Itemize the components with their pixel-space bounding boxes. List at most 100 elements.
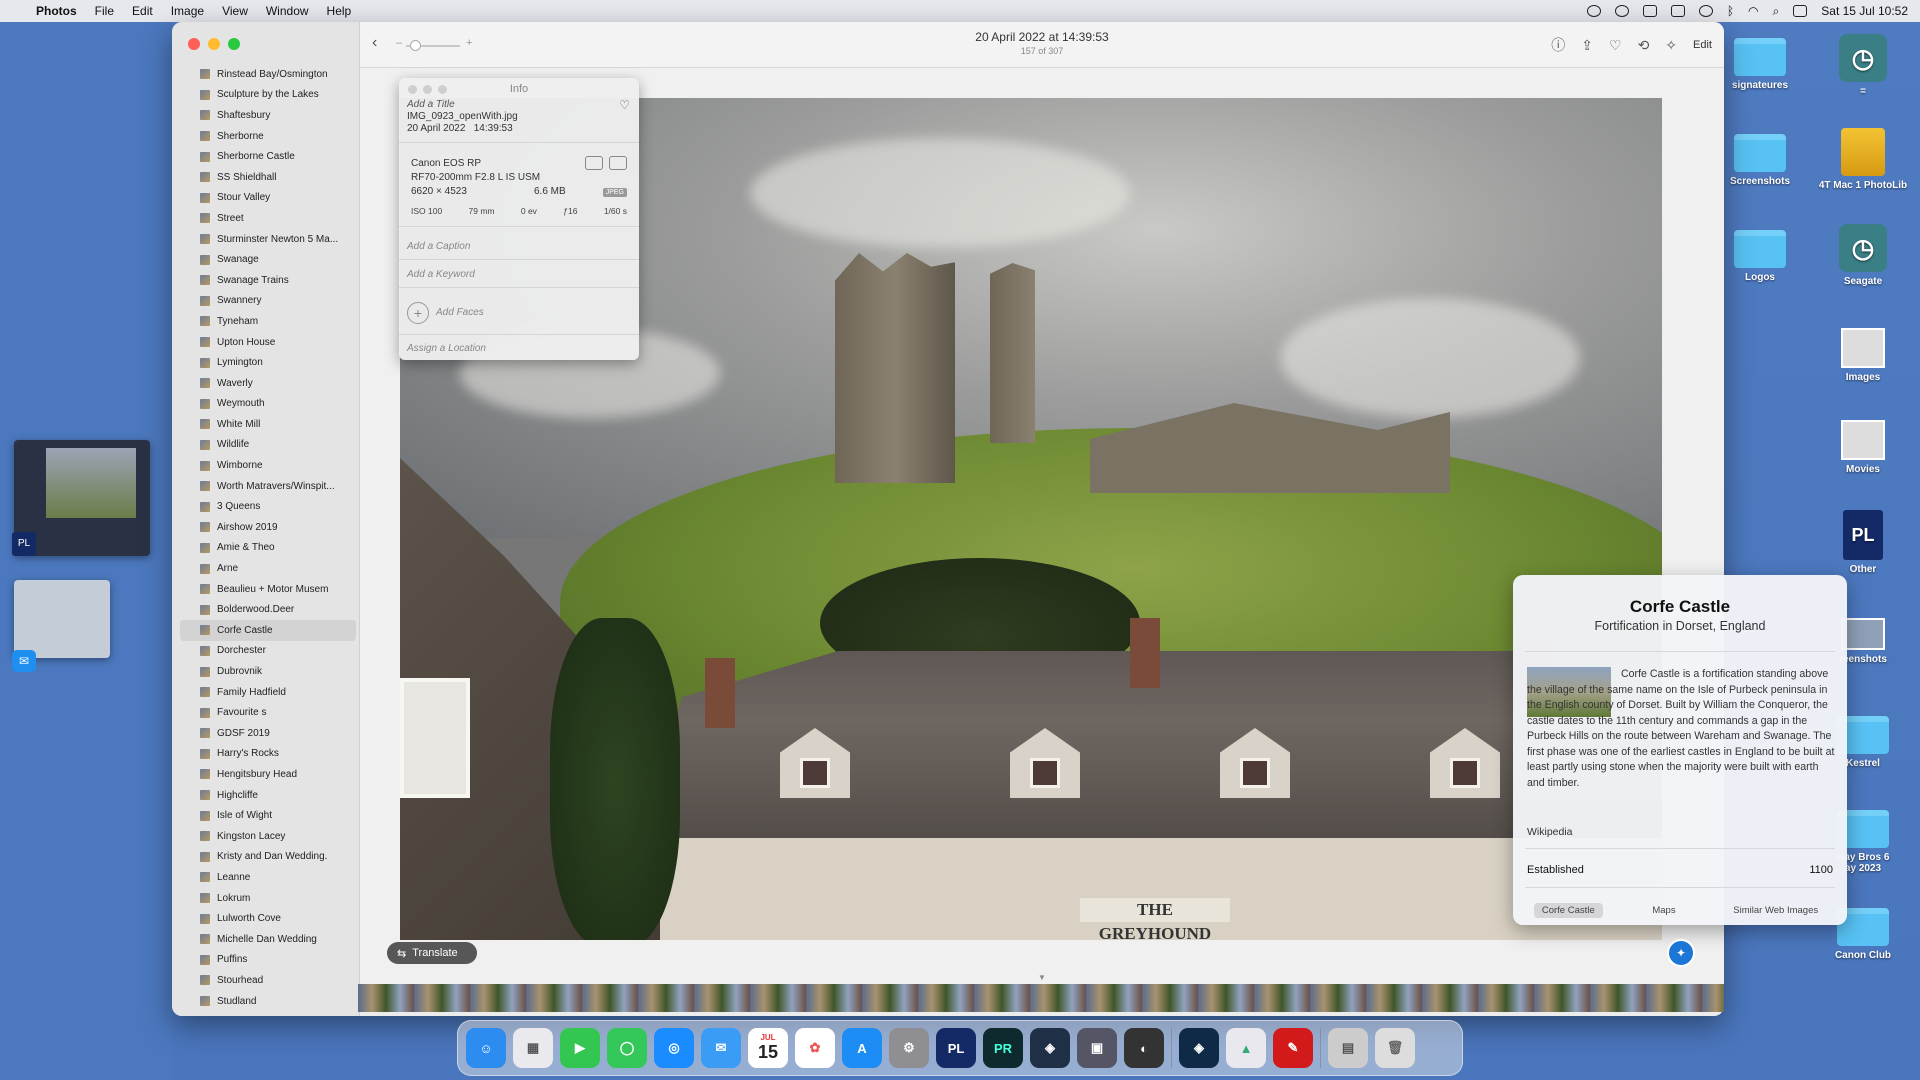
downloads-stack-icon[interactable]: ▤ xyxy=(1328,1028,1368,1068)
info-icon[interactable]: ⓘ xyxy=(1551,35,1565,55)
favorite-heart-icon[interactable]: ♡ xyxy=(1609,37,1622,54)
source-link[interactable]: Wikipedia xyxy=(1527,826,1573,838)
sidebar-album-item[interactable]: Kristy and Dan Wedding. xyxy=(180,847,356,868)
sidebar-album-item[interactable]: Bolderwood.Deer xyxy=(180,599,356,620)
sidebar-album-item[interactable]: Waverly xyxy=(180,373,356,394)
sidebar-album-item[interactable]: Shaftesbury xyxy=(180,105,356,126)
sidebar-album-item[interactable]: Lokrum xyxy=(180,888,356,909)
image-capture-icon[interactable]: ▣ xyxy=(1077,1028,1117,1068)
menu-edit[interactable]: Edit xyxy=(132,4,153,18)
preview-icon[interactable]: ◐ xyxy=(1124,1028,1164,1068)
sidebar-album-item[interactable]: Amie & Theo xyxy=(180,538,356,559)
rotate-icon[interactable]: ⟲ xyxy=(1638,37,1650,54)
sidebar-album-item[interactable]: Hengitsbury Head xyxy=(180,764,356,785)
menu-view[interactable]: View xyxy=(222,4,248,18)
photos-icon[interactable]: ✿ xyxy=(795,1028,835,1068)
sidebar-album-item[interactable]: Wimborne xyxy=(180,455,356,476)
sidebar-album-item[interactable]: Dorchester xyxy=(180,641,356,662)
menu-window[interactable]: Window xyxy=(266,4,309,18)
sidebar-album-item[interactable]: Rinstead Bay/Osmington xyxy=(180,64,356,85)
sidebar-album-item[interactable]: Dubrovnik xyxy=(180,661,356,682)
menu-app-name[interactable]: Photos xyxy=(36,4,77,18)
launchpad-icon[interactable]: ▦ xyxy=(513,1028,553,1068)
desktop-other[interactable]: PL Other xyxy=(1808,510,1918,575)
finder-icon[interactable]: ☺ xyxy=(466,1028,506,1068)
sidebar-album-item[interactable]: Puffins xyxy=(180,950,356,971)
bluetooth-icon[interactable]: ᛒ xyxy=(1727,4,1734,18)
visual-lookup-button[interactable]: ✦ xyxy=(1667,939,1695,967)
system-settings-icon[interactable]: ⚙ xyxy=(889,1028,929,1068)
sidebar-album-item[interactable]: Isle of Wight xyxy=(180,805,356,826)
desktop-file-movies[interactable]: Movies xyxy=(1808,420,1918,475)
close-button[interactable] xyxy=(188,38,200,50)
sidebar-album-item[interactable]: GDSF 2019 xyxy=(180,723,356,744)
sidebar-album-item[interactable]: SS Shieldhall xyxy=(180,167,356,188)
viewpoint-icon[interactable]: ◈ xyxy=(1179,1028,1219,1068)
share-icon[interactable]: ⇪ xyxy=(1581,37,1593,54)
time-machine-icon[interactable] xyxy=(1698,5,1713,17)
sidebar-album-item[interactable]: 3 Queens xyxy=(180,496,356,517)
app-store-icon[interactable]: A xyxy=(842,1028,882,1068)
location-field[interactable]: Assign a Location xyxy=(407,343,486,354)
tab-similar-images[interactable]: Similar Web Images xyxy=(1725,903,1826,918)
minimize-button[interactable] xyxy=(208,38,220,50)
sidebar-album-item[interactable]: Harry's Rocks xyxy=(180,744,356,765)
sidebar-album-item[interactable]: Family Hadfield xyxy=(180,682,356,703)
sidebar-album-item[interactable]: Swanage Trains xyxy=(180,270,356,291)
sidebar-album-item[interactable]: Highcliffe xyxy=(180,785,356,806)
status-icon[interactable] xyxy=(1586,5,1601,17)
safari-icon[interactable]: ◎ xyxy=(654,1028,694,1068)
filmstrip[interactable] xyxy=(358,984,1724,1012)
sidebar-album-item[interactable]: Kingston Lacey xyxy=(180,826,356,847)
tab-maps[interactable]: Maps xyxy=(1644,903,1683,918)
sidebar-album-item[interactable]: Arne xyxy=(180,558,356,579)
add-faces-label[interactable]: Add Faces xyxy=(436,307,484,318)
menu-clock[interactable]: Sat 15 Jul 10:52 xyxy=(1821,4,1908,18)
filmpack-icon[interactable]: ◈ xyxy=(1030,1028,1070,1068)
desktop-time-machine-1[interactable]: ◷ = xyxy=(1808,34,1918,97)
sidebar-album-item[interactable]: Upton House xyxy=(180,332,356,353)
favorite-heart-icon[interactable]: ♡ xyxy=(619,98,630,112)
control-center-icon[interactable] xyxy=(1793,5,1808,17)
sidebar-album-item[interactable]: Lymington xyxy=(180,352,356,373)
sidebar-album-item[interactable]: Corfe Castle xyxy=(180,620,356,641)
spotlight-icon[interactable]: ⌕ xyxy=(1773,4,1780,19)
sidebar-album-item[interactable]: Stourhead xyxy=(180,970,356,991)
cloud-icon[interactable] xyxy=(1614,5,1629,17)
stage-window-mail[interactable]: ✉ xyxy=(12,580,110,672)
sidebar-album-item[interactable]: Studland xyxy=(180,991,356,1012)
translate-button[interactable]: ⇆ Translate xyxy=(387,942,477,964)
messages-icon[interactable]: ◯ xyxy=(607,1028,647,1068)
drive-icon[interactable] xyxy=(1670,5,1685,17)
sidebar-album-item[interactable]: Worth Matravers/Winspit... xyxy=(180,476,356,497)
zoom-button[interactable] xyxy=(228,38,240,50)
menu-help[interactable]: Help xyxy=(327,4,352,18)
affinity-icon[interactable]: ▲ xyxy=(1226,1028,1266,1068)
sidebar-album-item[interactable]: Airshow 2019 xyxy=(180,517,356,538)
sidebar-album-item[interactable]: Michelle Dan Wedding xyxy=(180,929,356,950)
sidebar-album-item[interactable]: Street xyxy=(180,208,356,229)
menu-file[interactable]: File xyxy=(95,4,114,18)
sidebar-album-item[interactable]: Sherborne Castle xyxy=(180,146,356,167)
trash-icon[interactable]: 🗑 xyxy=(1375,1028,1415,1068)
sidebar-album-item[interactable]: Wildlife xyxy=(180,435,356,456)
sidebar-album-item[interactable]: White Mill xyxy=(180,414,356,435)
desktop-drive-photolib[interactable]: 4T Mac 1 PhotoLib xyxy=(1808,128,1918,191)
acrobat-icon[interactable]: ✎ xyxy=(1273,1028,1313,1068)
keyword-field[interactable]: Add a Keyword xyxy=(407,269,475,280)
sidebar-album-item[interactable]: Swannery xyxy=(180,291,356,312)
sidebar-album-item[interactable]: Tyneham xyxy=(180,311,356,332)
sidebar-album-item[interactable]: Lulworth Cove xyxy=(180,908,356,929)
app-status-icon[interactable] xyxy=(1642,5,1657,17)
photolab-icon[interactable]: PL xyxy=(936,1028,976,1068)
menu-image[interactable]: Image xyxy=(171,4,204,18)
desktop-time-machine-seagate[interactable]: ◷ Seagate xyxy=(1808,224,1918,287)
sidebar-album-item[interactable]: Beaulieu + Motor Musem xyxy=(180,579,356,600)
desktop-file-images[interactable]: Images xyxy=(1808,328,1918,383)
auto-enhance-icon[interactable]: ✧ xyxy=(1665,37,1677,54)
wifi-icon[interactable]: ◠ xyxy=(1748,4,1758,18)
sidebar-album-item[interactable]: Sturminster Newton 5 Ma... xyxy=(180,229,356,250)
calendar-icon[interactable]: JUL 15 xyxy=(748,1028,788,1068)
sidebar-album-item[interactable]: Sculpture by the Lakes xyxy=(180,85,356,106)
caption-field[interactable]: Add a Caption xyxy=(407,241,470,252)
